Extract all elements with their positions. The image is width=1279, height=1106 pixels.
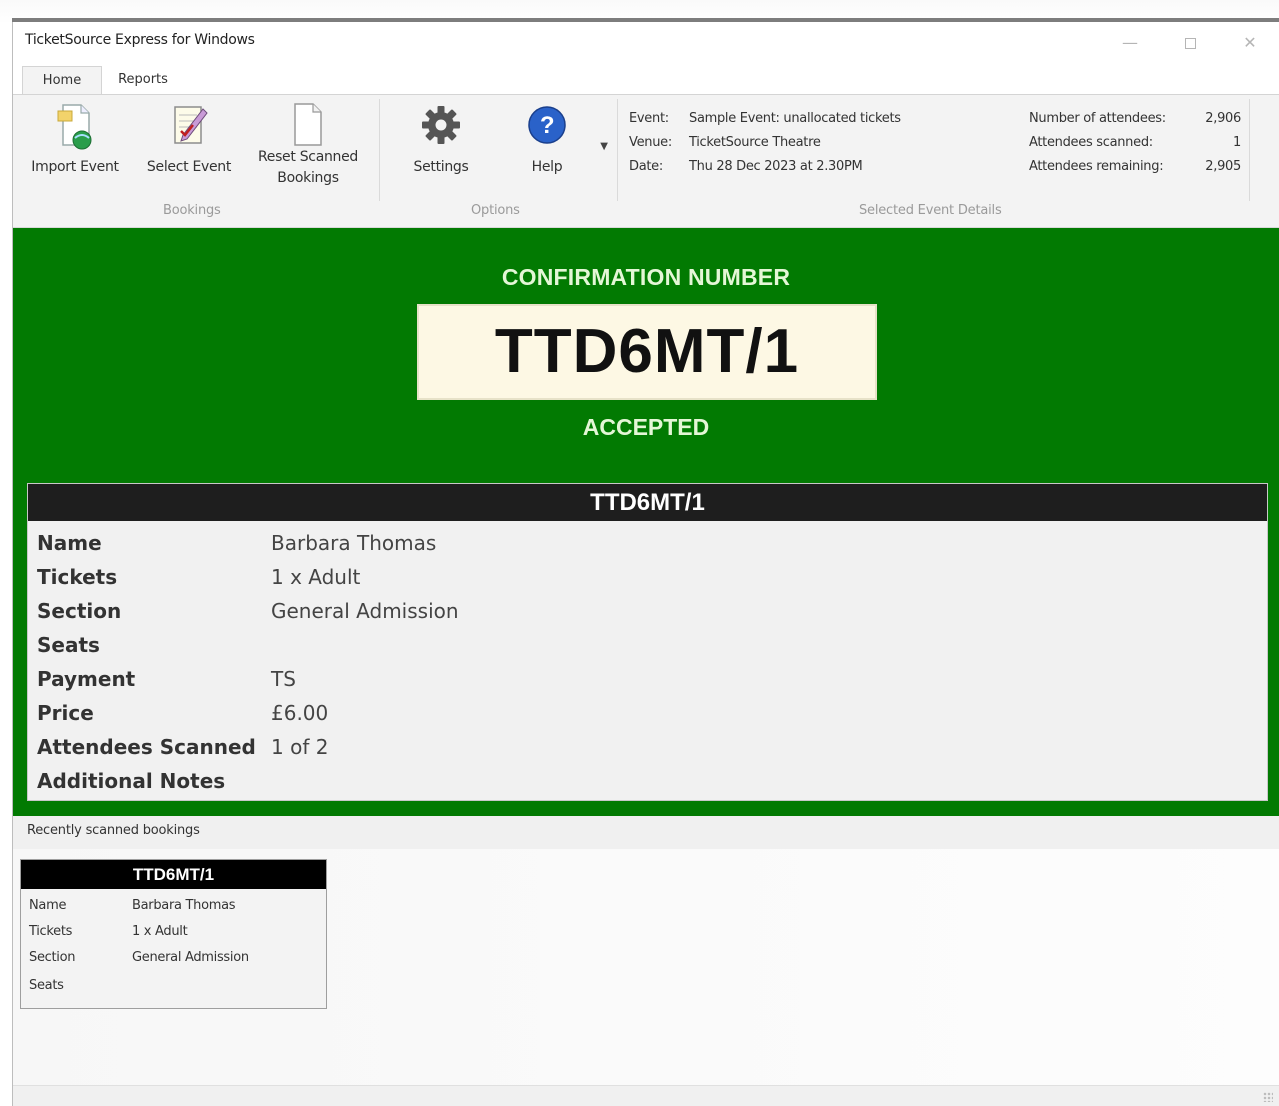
maximize-button[interactable]: [1167, 30, 1213, 56]
field-key: Payment: [37, 667, 136, 691]
document-icon: [286, 101, 330, 147]
ribbon-separator: [1249, 99, 1250, 201]
event-value: Sample Event: unallocated tickets: [689, 111, 901, 126]
field-key: Additional Notes: [37, 769, 226, 793]
status-bar: [13, 1085, 1279, 1106]
confirmation-panel: CONFIRMATION NUMBER TTD6MT/1 ACCEPTED TT…: [13, 228, 1279, 816]
title-bar: TicketSource Express for Windows — ✕: [13, 22, 1279, 62]
scan-status: ACCEPTED: [582, 414, 710, 440]
field-key: Name: [37, 531, 102, 555]
reset-scanned-bookings-button[interactable]: Reset Scanned Bookings: [249, 101, 367, 189]
date-label: Date:: [629, 159, 663, 174]
field-key: Price: [37, 701, 94, 725]
desktop-edge: [0, 0, 1279, 24]
close-icon: ✕: [1243, 33, 1257, 52]
resize-grip-icon[interactable]: [1263, 1092, 1273, 1102]
remaining-label: Attendees remaining:: [1029, 159, 1164, 174]
group-label-options: Options: [471, 203, 520, 218]
attendees-label: Number of attendees:: [1029, 111, 1166, 126]
app-window: TicketSource Express for Windows — ✕ Hom…: [12, 22, 1279, 1106]
field-key: Seats: [37, 633, 100, 657]
select-event-button[interactable]: Select Event: [141, 101, 237, 178]
group-label-event-details: Selected Event Details: [859, 203, 1002, 218]
window-title: TicketSource Express for Windows: [25, 32, 255, 48]
reset-label-line2: Bookings: [277, 170, 339, 186]
field-value: 1 x Adult: [132, 924, 188, 939]
field-key: Name: [29, 898, 67, 913]
field-key: Section: [29, 950, 76, 965]
field-value: General Admission: [271, 599, 459, 623]
settings-button[interactable]: Settings: [399, 101, 483, 178]
ribbon-tabs: Home Reports: [13, 62, 1279, 95]
select-event-icon: [167, 101, 211, 153]
date-value: Thu 28 Dec 2023 at 2.30PM: [689, 159, 863, 174]
field-value: Barbara Thomas: [132, 898, 236, 913]
gear-icon: [419, 101, 463, 153]
field-key: Tickets: [29, 924, 73, 939]
field-key: Section: [37, 599, 122, 623]
field-value: £6.00: [271, 701, 329, 725]
field-value: TS: [271, 667, 296, 691]
close-button[interactable]: ✕: [1227, 30, 1273, 56]
attendees-value: 2,906: [1205, 111, 1241, 126]
booking-reference: TTD6MT/1: [28, 484, 1267, 521]
minimize-icon: —: [1122, 33, 1138, 52]
svg-text:?: ?: [540, 112, 554, 139]
venue-label: Venue:: [629, 135, 672, 150]
settings-label: Settings: [413, 159, 469, 175]
help-button[interactable]: ? Help: [505, 101, 589, 178]
group-label-bookings: Bookings: [163, 203, 221, 218]
scanned-value: 1: [1233, 135, 1241, 150]
confirmation-label: CONFIRMATION NUMBER: [501, 264, 791, 290]
ribbon: Import Event Select Event Reset Scanned …: [13, 94, 1279, 228]
field-key: Tickets: [37, 565, 118, 589]
select-event-label: Select Event: [146, 159, 232, 175]
recent-booking-card[interactable]: TTD6MT/1 Name Barbara Thomas Tickets 1 x…: [20, 859, 327, 1009]
import-event-button[interactable]: Import Event: [27, 101, 123, 178]
import-event-label: Import Event: [31, 159, 119, 175]
help-label: Help: [531, 159, 563, 175]
venue-value: TicketSource Theatre: [689, 135, 821, 150]
tab-home[interactable]: Home: [22, 66, 102, 95]
maximize-icon: [1184, 38, 1196, 49]
ribbon-separator: [379, 99, 380, 201]
field-value: Barbara Thomas: [271, 531, 437, 555]
recent-booking-reference: TTD6MT/1: [21, 860, 326, 889]
reset-label-line1: Reset Scanned: [257, 149, 359, 165]
ribbon-separator: [617, 99, 618, 201]
help-icon: ?: [525, 101, 569, 153]
recent-bookings-label: Recently scanned bookings: [13, 816, 1279, 849]
tab-reports[interactable]: Reports: [107, 66, 179, 95]
minimize-button[interactable]: —: [1107, 30, 1153, 56]
confirmation-number: TTD6MT/1: [417, 304, 877, 400]
scanned-label: Attendees scanned:: [1029, 135, 1153, 150]
field-key: Seats: [29, 978, 64, 993]
recent-bookings-list: TTD6MT/1 Name Barbara Thomas Tickets 1 x…: [13, 849, 1279, 1085]
field-key: Attendees Scanned: [37, 735, 256, 759]
booking-details-card: TTD6MT/1 Name Barbara Thomas Tickets 1 x…: [27, 483, 1268, 801]
import-event-icon: [53, 101, 97, 153]
field-value: 1 of 2: [271, 735, 329, 759]
remaining-value: 2,905: [1205, 159, 1241, 174]
field-value: 1 x Adult: [271, 565, 361, 589]
event-label: Event:: [629, 111, 669, 126]
help-dropdown-button[interactable]: ▼: [597, 141, 611, 152]
field-value: General Admission: [132, 950, 249, 965]
chevron-down-icon: ▼: [600, 141, 608, 152]
